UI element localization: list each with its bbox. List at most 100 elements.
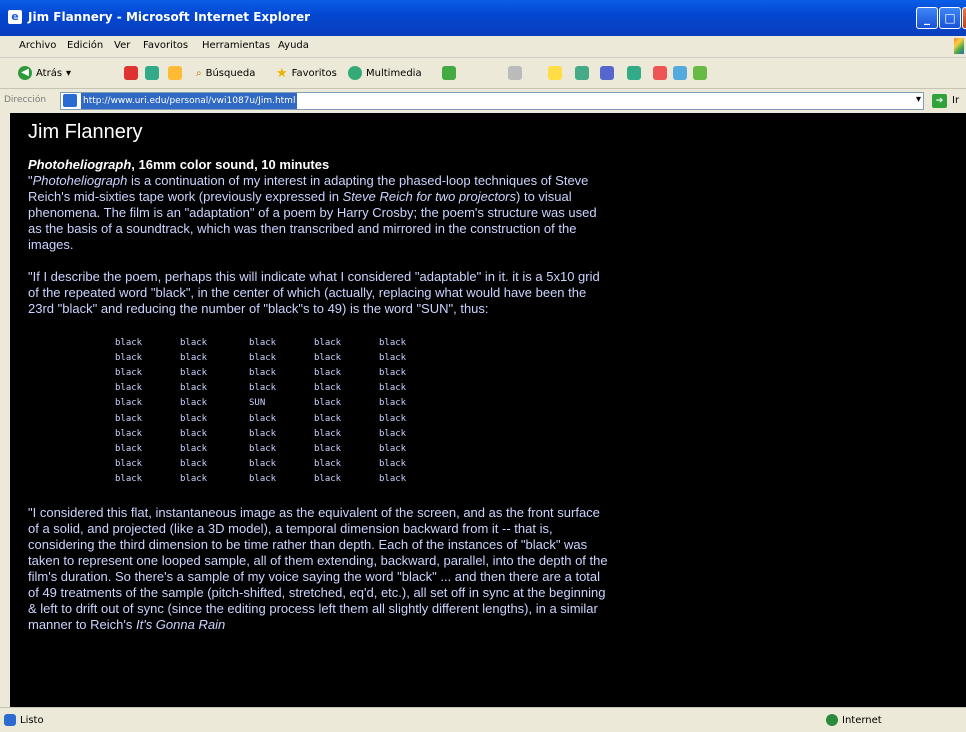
poem-word: black: [379, 459, 407, 470]
poem-word: black: [249, 337, 277, 348]
poem-word: black: [314, 413, 342, 424]
media-button[interactable]: Multimedia: [348, 65, 422, 81]
poem-grid: black black black black black black black black…: [115, 335, 444, 487]
menu-ayuda[interactable]: Ayuda: [278, 40, 309, 51]
history-icon[interactable]: [442, 66, 456, 80]
mail-icon[interactable]: [508, 66, 522, 80]
poem-row: black black black black black: [115, 457, 444, 472]
menu-archivo[interactable]: Archivo: [19, 40, 56, 51]
menu-edicion[interactable]: Edición: [67, 40, 103, 51]
address-dropdown-icon[interactable]: ▾: [916, 94, 921, 105]
poem-word: black: [249, 428, 277, 439]
film-title: Photoheliograph: [28, 157, 132, 172]
search-label: Búsqueda: [205, 67, 256, 79]
window-title: Jim Flannery - Microsoft Internet Explor…: [28, 10, 311, 24]
maximize-button[interactable]: □: [939, 7, 961, 29]
paragraph-3: "I considered this flat, instantaneous i…: [28, 505, 608, 633]
poem-word: black: [379, 367, 407, 378]
research-icon[interactable]: [653, 66, 667, 80]
menu-bar: Archivo Edición Ver Favoritos Herramient…: [0, 36, 966, 58]
stop-icon[interactable]: [124, 66, 138, 80]
favorites-label: Favoritos: [291, 67, 337, 79]
poem-word: SUN: [249, 398, 266, 409]
poem-word: black: [115, 337, 143, 348]
close-button[interactable]: [962, 7, 966, 29]
poem-word: black: [379, 352, 407, 363]
poem-word: black: [314, 352, 342, 363]
refresh-icon[interactable]: [145, 66, 159, 80]
poem-word: black: [379, 413, 407, 424]
print-icon[interactable]: [548, 66, 562, 80]
poem-word: black: [314, 367, 342, 378]
go-arrow-icon[interactable]: ➔: [932, 94, 947, 108]
poem-row: black black black black black: [115, 472, 444, 487]
poem-row: black black black black black: [115, 350, 444, 365]
media-icon: [348, 66, 362, 80]
globe-icon: [826, 714, 838, 726]
menu-herramientas[interactable]: Herramientas: [202, 40, 270, 51]
search-button[interactable]: ⌕ Búsqueda: [196, 65, 255, 81]
poem-word: black: [314, 459, 342, 470]
poem-word: black: [314, 443, 342, 454]
poem-word: black: [180, 413, 208, 424]
poem-word: black: [379, 337, 407, 348]
messenger-icon[interactable]: [627, 66, 641, 80]
poem-row: black black black black black: [115, 335, 444, 350]
article: Jim Flannery Photoheliograph, 16mm color…: [28, 113, 608, 633]
menu-ver[interactable]: Ver: [114, 40, 130, 51]
page-content: Jim Flannery Photoheliograph, 16mm color…: [10, 113, 966, 707]
address-bar: Dirección http://www.uri.edu/personal/vw…: [0, 89, 966, 112]
paragraph-1: "Photoheliograph is a continuation of my…: [28, 173, 608, 253]
p1-d: Steve Reich for two projectors: [342, 189, 517, 204]
back-label: Atrás: [36, 67, 63, 79]
poem-word: black: [379, 443, 407, 454]
windows-flag-icon: [954, 38, 964, 54]
address-input[interactable]: http://www.uri.edu/personal/vwi1087u/Jim…: [60, 92, 924, 110]
poem-word: black: [249, 383, 277, 394]
tool-icon[interactable]: [673, 66, 687, 80]
p3-b: It's Gonna Rain: [135, 616, 226, 632]
poem-word: black: [115, 398, 143, 409]
page-status-icon: [4, 714, 16, 726]
poem-word: black: [180, 337, 208, 348]
discuss-icon[interactable]: [600, 66, 614, 80]
poem-word: black: [180, 352, 208, 363]
poem-word: black: [249, 459, 277, 470]
minimize-button[interactable]: _: [916, 7, 938, 29]
favorites-button[interactable]: ★ Favoritos: [276, 65, 337, 81]
poem-word: black: [314, 428, 342, 439]
poem-word: black: [180, 443, 208, 454]
ie-logo-icon: e: [8, 10, 22, 24]
poem-word: black: [115, 474, 143, 485]
poem-row: black black black black black: [115, 365, 444, 380]
poem-word: black: [115, 383, 143, 394]
poem-word: black: [115, 459, 143, 470]
poem-word: black: [115, 428, 143, 439]
poem-word: black: [314, 474, 342, 485]
poem-word: black: [115, 413, 143, 424]
home-icon[interactable]: [168, 66, 182, 80]
poem-word: black: [249, 352, 277, 363]
poem-word: black: [180, 398, 208, 409]
p3-a: "I considered this flat, instantaneous i…: [28, 504, 608, 632]
back-arrow-icon: ◀: [18, 66, 32, 80]
menu-favoritos[interactable]: Favoritos: [143, 40, 188, 51]
poem-row: black black SUN black black: [115, 396, 444, 411]
edit-icon[interactable]: [575, 66, 589, 80]
status-bar: Listo Internet: [0, 707, 966, 732]
search-icon: ⌕: [196, 67, 202, 79]
status-zone: Internet: [826, 714, 882, 726]
back-button[interactable]: ◀ Atrás ▾: [18, 65, 71, 81]
poem-row: black black black black black: [115, 441, 444, 456]
title-bar: e Jim Flannery - Microsoft Internet Expl…: [0, 0, 966, 36]
star-icon: ★: [276, 65, 288, 81]
zone-text: Internet: [842, 714, 882, 726]
poem-word: black: [379, 398, 407, 409]
tool2-icon[interactable]: [693, 66, 707, 80]
poem-word: black: [180, 367, 208, 378]
p1-b: Photoheliograph: [32, 173, 128, 188]
poem-word: black: [180, 428, 208, 439]
address-url[interactable]: http://www.uri.edu/personal/vwi1087u/Jim…: [81, 93, 298, 109]
poem-word: black: [314, 383, 342, 394]
go-label[interactable]: Ir: [952, 95, 959, 106]
